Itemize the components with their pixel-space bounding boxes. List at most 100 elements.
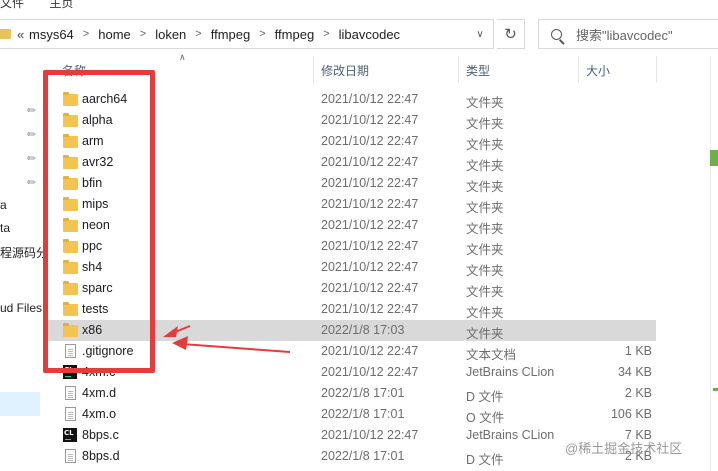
file-row[interactable]: 4xm.c 2021/10/12 22:47 JetBrains CLion 34 K… bbox=[48, 362, 656, 383]
file-date: 2022/1/8 17:03 bbox=[321, 323, 405, 337]
file-row[interactable]: bfin 2021/10/12 22:47 文件夹 bbox=[48, 173, 656, 194]
nav-item[interactable]: ta bbox=[0, 221, 10, 235]
column-header-name[interactable]: 名称 bbox=[62, 62, 86, 79]
nav-selected-item[interactable] bbox=[0, 392, 40, 416]
file-name: mips bbox=[82, 197, 109, 211]
column-header-size[interactable]: 大小 bbox=[586, 62, 610, 79]
file-type: 文件夹 bbox=[466, 285, 504, 299]
file-type: 文件夹 bbox=[466, 306, 504, 320]
pin-icon[interactable]: ✏ bbox=[27, 152, 37, 165]
file-date: 2021/10/12 22:47 bbox=[321, 365, 419, 379]
file-row[interactable]: 4xm.o 2022/1/8 17:01 O 文件 106 KB bbox=[48, 404, 656, 425]
breadcrumb: msys64 > home > loken > ffmpeg > ffmpeg … bbox=[29, 27, 400, 42]
breadcrumb-item[interactable]: loken bbox=[155, 27, 186, 42]
file-type: 文件夹 bbox=[466, 201, 504, 215]
file-name: aarch64 bbox=[82, 92, 128, 106]
nav-item[interactable]: ud Files bbox=[0, 301, 42, 315]
file-name: 8bps.d bbox=[82, 449, 120, 463]
column-divider[interactable] bbox=[656, 56, 657, 83]
file-type: 文件夹 bbox=[466, 96, 504, 110]
address-bar[interactable]: « msys64 > home > loken > ffmpeg > ffmpe… bbox=[0, 19, 494, 49]
folder-icon bbox=[63, 239, 78, 253]
file-row[interactable]: mips 2021/10/12 22:47 文件夹 bbox=[48, 194, 656, 215]
folder-icon bbox=[63, 92, 78, 106]
watermark-text: @稀土掘金技术社区 bbox=[565, 441, 683, 456]
file-name: x86 bbox=[82, 323, 103, 337]
file-size: 106 KB bbox=[610, 407, 652, 421]
nav-item[interactable]: 程源码分 bbox=[0, 244, 48, 261]
file-date: 2021/10/12 22:47 bbox=[321, 134, 419, 148]
folder-icon bbox=[63, 281, 78, 295]
breadcrumb-item[interactable]: home bbox=[98, 27, 131, 42]
file-row[interactable]: neon 2021/10/12 22:47 文件夹 bbox=[48, 215, 656, 236]
file-row[interactable]: arm 2021/10/12 22:47 文件夹 bbox=[48, 131, 656, 152]
file-type: 文件夹 bbox=[466, 222, 504, 236]
file-name: neon bbox=[82, 218, 110, 232]
file-row[interactable]: x86 2022/1/8 17:03 文件夹 bbox=[48, 320, 656, 341]
breadcrumb-item[interactable]: msys64 bbox=[29, 27, 74, 42]
file-row[interactable]: sparc 2021/10/12 22:47 文件夹 bbox=[48, 278, 656, 299]
nav-item[interactable]: a bbox=[0, 198, 7, 212]
chevron-right-icon[interactable]: > bbox=[259, 28, 265, 40]
chevron-right-icon[interactable]: > bbox=[83, 28, 89, 40]
column-divider[interactable] bbox=[578, 56, 579, 83]
file-row[interactable]: alpha 2021/10/12 22:47 文件夹 bbox=[48, 110, 656, 131]
file-name: 4xm.c bbox=[82, 365, 116, 379]
chevron-right-icon[interactable]: > bbox=[195, 28, 201, 40]
address-dropdown-icon[interactable]: ∨ bbox=[467, 20, 493, 48]
file-row[interactable]: avr32 2021/10/12 22:47 文件夹 bbox=[48, 152, 656, 173]
right-edge bbox=[710, 56, 718, 471]
file-size: 34 KB bbox=[617, 365, 652, 379]
file-name: 4xm.o bbox=[82, 407, 117, 421]
file-date: 2021/10/12 22:47 bbox=[321, 281, 419, 295]
ribbon-tab-home[interactable]: 主页 bbox=[49, 0, 73, 10]
search-input[interactable]: 搜索"libavcodec" bbox=[538, 19, 718, 49]
folder-icon bbox=[0, 29, 11, 39]
pin-icon[interactable]: ✏ bbox=[27, 104, 37, 117]
file-row[interactable]: sh4 2021/10/12 22:47 文件夹 bbox=[48, 257, 656, 278]
file-row[interactable]: tests 2021/10/12 22:47 文件夹 bbox=[48, 299, 656, 320]
search-placeholder: 搜索"libavcodec" bbox=[576, 27, 673, 43]
pin-icon[interactable]: ✏ bbox=[27, 128, 37, 141]
column-header-row: ∧ 名称 修改日期 类型 大小 bbox=[48, 52, 710, 83]
file-row[interactable]: aarch64 2021/10/12 22:47 文件夹 bbox=[48, 89, 656, 110]
chevron-right-icon[interactable]: > bbox=[323, 28, 329, 40]
column-header-date[interactable]: 修改日期 bbox=[321, 62, 369, 79]
overflow-chevron-icon[interactable]: « bbox=[17, 27, 29, 42]
ribbon-tab-file[interactable]: 文件 bbox=[0, 0, 24, 10]
file-type: JetBrains CLion bbox=[466, 428, 555, 442]
file-row[interactable]: 4xm.d 2022/1/8 17:01 D 文件 2 KB bbox=[48, 383, 656, 404]
folder-icon bbox=[63, 134, 78, 148]
file-row[interactable]: ppc 2021/10/12 22:47 文件夹 bbox=[48, 236, 656, 257]
breadcrumb-item[interactable]: libavcodec bbox=[339, 27, 400, 42]
file-type: D 文件 bbox=[466, 390, 504, 404]
column-divider[interactable] bbox=[458, 56, 459, 83]
breadcrumb-item[interactable]: ffmpeg bbox=[275, 27, 315, 42]
column-header-type[interactable]: 类型 bbox=[466, 62, 490, 79]
file-name: 8bps.c bbox=[82, 428, 119, 442]
file-date: 2022/1/8 17:01 bbox=[321, 386, 405, 400]
chevron-right-icon[interactable]: > bbox=[140, 28, 146, 40]
refresh-icon: ↻ bbox=[504, 26, 517, 43]
file-date: 2021/10/12 22:47 bbox=[321, 92, 419, 106]
document-icon bbox=[65, 344, 76, 358]
file-name: 4xm.d bbox=[82, 386, 117, 400]
file-type: 文件夹 bbox=[466, 159, 504, 173]
address-row: « msys64 > home > loken > ffmpeg > ffmpe… bbox=[0, 12, 718, 56]
refresh-button[interactable]: ↻ bbox=[497, 19, 525, 49]
folder-icon bbox=[63, 176, 78, 190]
file-name: avr32 bbox=[82, 155, 114, 169]
sort-ascending-icon: ∧ bbox=[179, 52, 186, 62]
file-name: arm bbox=[82, 134, 104, 148]
title-bar: 文件 主页 bbox=[0, 0, 718, 10]
clion-file-icon bbox=[63, 428, 77, 442]
column-divider[interactable] bbox=[313, 56, 314, 83]
file-type: 文件夹 bbox=[466, 264, 504, 278]
file-row[interactable]: .gitignore 2021/10/12 22:47 文本文档 1 KB bbox=[48, 341, 656, 362]
file-date: 2022/1/8 17:01 bbox=[321, 407, 405, 421]
file-date: 2021/10/12 22:47 bbox=[321, 197, 419, 211]
file-name: ppc bbox=[82, 239, 103, 253]
breadcrumb-item[interactable]: ffmpeg bbox=[211, 27, 251, 42]
pin-icon[interactable]: ✏ bbox=[27, 176, 37, 189]
file-type: JetBrains CLion bbox=[466, 365, 555, 379]
